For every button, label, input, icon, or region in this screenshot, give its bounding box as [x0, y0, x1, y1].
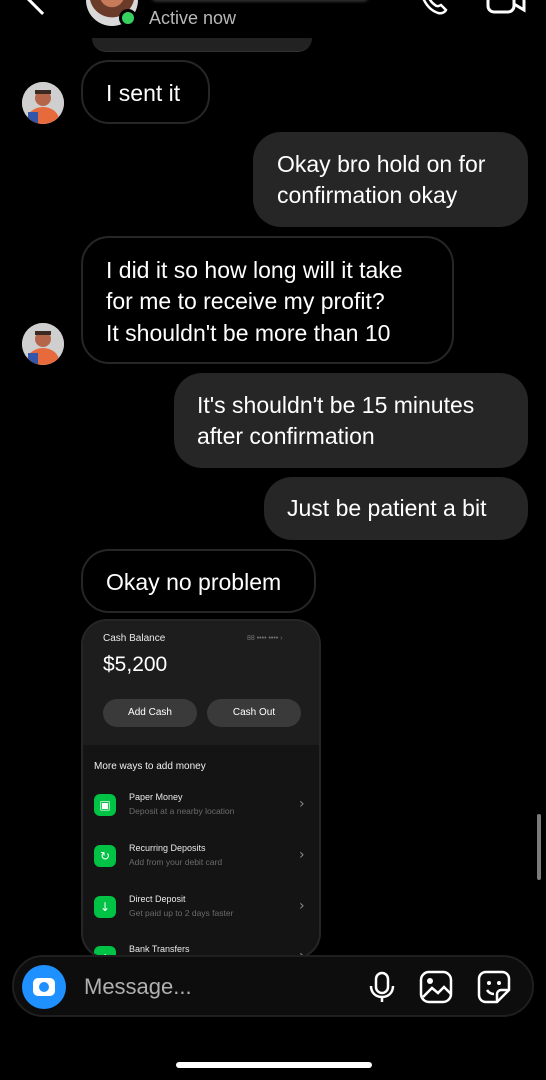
chevron-right-icon: › — [299, 847, 305, 863]
message-outgoing[interactable]: It's shouldn't be 15 minutes after confi… — [174, 373, 528, 468]
message-line: after confirmation — [197, 423, 375, 449]
cash-balance-panel: Cash Balance 88 •••• •••• › $5,200 Add C… — [83, 621, 319, 745]
message-line: It shouldn't be more than 10 — [106, 320, 391, 346]
list-item: ↓ Direct Deposit Get paid up to 2 days f… — [83, 892, 319, 932]
sticker-icon[interactable] — [476, 969, 512, 1005]
back-arrow-icon[interactable] — [25, 0, 59, 15]
message-input[interactable]: Message... — [84, 974, 192, 1000]
message-line: It's shouldn't be 15 minutes — [197, 392, 475, 418]
row-title: Bank Transfers — [129, 944, 190, 954]
cash-bill-icon: ▣ — [94, 794, 116, 816]
camera-icon[interactable] — [22, 965, 66, 1009]
account-number: 88 •••• •••• › — [247, 635, 283, 642]
message-incoming[interactable]: Okay no problem — [81, 549, 316, 613]
row-subtitle: Deposit at a nearby location — [129, 806, 235, 816]
scrollbar[interactable] — [537, 814, 541, 880]
sender-avatar[interactable] — [22, 82, 64, 124]
message-line: Okay bro hold on for — [277, 151, 486, 177]
row-subtitle: Get paid up to 2 days faster — [129, 908, 234, 918]
row-title: Paper Money — [129, 792, 183, 802]
message-outgoing[interactable]: Just be patient a bit — [264, 477, 528, 540]
add-cash-button: Add Cash — [103, 699, 197, 727]
message-line: for me to receive my profit? — [106, 288, 385, 314]
recurring-icon: ↻ — [94, 845, 116, 867]
shared-image-cash-app[interactable]: Cash Balance 88 •••• •••• › $5,200 Add C… — [81, 619, 321, 959]
sender-avatar[interactable] — [22, 323, 64, 365]
list-item: ↻ Recurring Deposits Add from your debit… — [83, 841, 319, 881]
download-icon: ↓ — [94, 896, 116, 918]
message-line: confirmation okay — [277, 182, 458, 208]
home-indicator[interactable] — [176, 1062, 372, 1068]
more-ways-heading: More ways to add money — [94, 761, 206, 772]
row-title: Direct Deposit — [129, 894, 186, 904]
message-text: Just be patient a bit — [287, 495, 487, 521]
chevron-right-icon: › — [299, 796, 305, 812]
video-call-icon[interactable] — [486, 0, 526, 16]
contact-name-obscured[interactable] — [150, 0, 370, 2]
message-line: I did it so how long will it take — [106, 257, 403, 283]
previous-message-edge — [92, 38, 312, 52]
microphone-icon[interactable] — [364, 969, 400, 1005]
message-text: I sent it — [106, 80, 181, 106]
message-incoming[interactable]: I sent it — [81, 60, 210, 124]
active-status: Active now — [149, 8, 237, 28]
message-text: Okay no problem — [106, 569, 282, 595]
gallery-icon[interactable] — [418, 969, 454, 1005]
message-composer: Message... — [12, 955, 534, 1017]
online-indicator — [119, 9, 137, 27]
row-subtitle: Add from your debit card — [129, 857, 223, 867]
phone-call-icon[interactable] — [418, 0, 448, 16]
message-outgoing[interactable]: Okay bro hold on for confirmation okay — [253, 132, 528, 227]
chevron-right-icon: › — [299, 898, 305, 914]
cash-out-button: Cash Out — [207, 699, 301, 727]
row-title: Recurring Deposits — [129, 843, 206, 853]
cash-balance-label: Cash Balance — [103, 633, 166, 644]
list-item: ▣ Paper Money Deposit at a nearby locati… — [83, 790, 319, 830]
message-incoming[interactable]: I did it so how long will it take for me… — [81, 236, 454, 364]
cash-balance-amount: $5,200 — [103, 653, 168, 676]
